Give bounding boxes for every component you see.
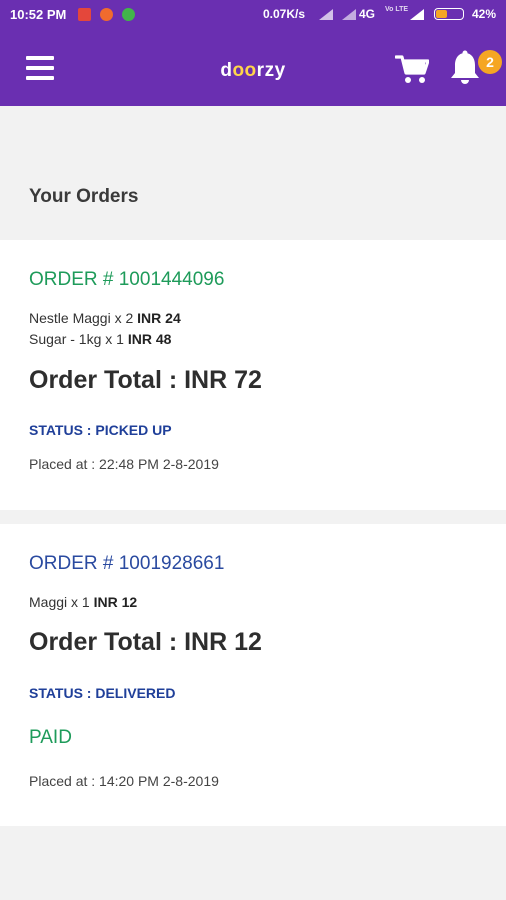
order-card[interactable]: ORDER # 1001444096 Nestle Maggi x 2 INR … [0, 240, 506, 510]
battery-percent: 42% [472, 7, 497, 21]
status-time: 10:52 PM [10, 7, 67, 22]
order-placed-time: Placed at : 22:48 PM 2-8-2019 [29, 456, 219, 472]
order-placed-time: Placed at : 14:20 PM 2-8-2019 [29, 773, 219, 789]
bell-icon[interactable] [448, 50, 482, 86]
signal-icon [410, 9, 424, 20]
page-title: Your Orders [29, 186, 139, 207]
app-notification-icon [100, 8, 113, 21]
order-status: STATUS : PICKED UP [29, 422, 172, 438]
item-price: INR 24 [137, 310, 181, 326]
app-logo: doorzy [0, 60, 506, 82]
cart-icon[interactable] [394, 54, 430, 84]
order-item: Maggi x 1 INR 12 [29, 594, 137, 610]
signal-icon [319, 9, 333, 20]
app-header: 10:52 PM 0.07K/s 4G Vo LTE 42% doorzy 2 [0, 0, 506, 106]
order-total: Order Total : INR 12 [29, 628, 262, 656]
order-item: Nestle Maggi x 2 INR 24 [29, 310, 181, 326]
order-number[interactable]: ORDER # 1001928661 [29, 553, 224, 575]
status-bar: 10:52 PM 0.07K/s 4G Vo LTE 42% [0, 0, 506, 30]
order-item: Sugar - 1kg x 1 INR 48 [29, 331, 171, 347]
payment-status: PAID [29, 727, 72, 748]
order-card[interactable]: ORDER # 1001928661 Maggi x 1 INR 12 Orde… [0, 524, 506, 826]
battery-icon [434, 8, 464, 20]
item-price: INR 48 [127, 331, 172, 347]
signal-icon [342, 9, 356, 20]
logo-prefix: d [220, 60, 233, 81]
logo-suffix: rzy [256, 60, 286, 81]
order-number[interactable]: ORDER # 1001444096 [29, 269, 224, 291]
item-price: INR 12 [93, 594, 138, 610]
battery-level [436, 10, 447, 18]
network-speed: 0.07K/s [263, 7, 306, 21]
item-name: Sugar - 1kg x 1 [29, 331, 124, 347]
volte-label: Vo LTE [385, 6, 409, 13]
order-status: STATUS : DELIVERED [29, 685, 176, 701]
item-name: Nestle Maggi x 2 [29, 310, 134, 326]
network-type: 4G [359, 7, 376, 21]
notification-count-badge: 2 [478, 50, 502, 74]
item-name: Maggi x 1 [29, 594, 90, 610]
order-total: Order Total : INR 72 [29, 366, 262, 394]
logo-oo: oo [232, 60, 257, 81]
message-notification-icon [122, 8, 135, 21]
calendar-notification-icon [78, 8, 91, 21]
